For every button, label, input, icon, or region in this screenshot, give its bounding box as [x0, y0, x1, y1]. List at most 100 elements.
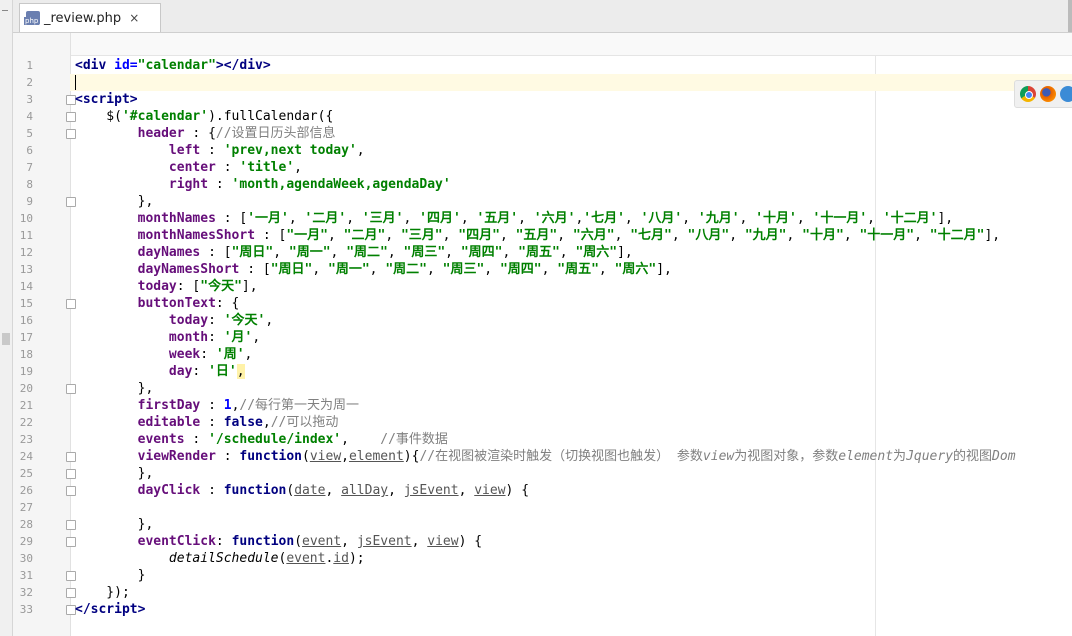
- line-number: 22: [19, 416, 33, 429]
- code-line[interactable]: 22 editable : false,//可以拖动: [13, 414, 1072, 431]
- code-text: monthNamesShort : ["一月", "二月", "三月", "四月…: [137, 228, 1001, 243]
- code-line[interactable]: 13 dayNamesShort : ["周日", "周一", "周二", "周…: [13, 261, 1072, 278]
- code-text: editable : false,//可以拖动: [137, 415, 339, 430]
- code-line[interactable]: 5 header : {//设置日历头部信息: [13, 125, 1072, 142]
- code-text: monthNames : ['一月', '二月', '三月', '四月', '五…: [137, 211, 954, 226]
- code-text: <script>: [75, 92, 138, 107]
- line-number: 18: [19, 348, 33, 361]
- line-number: 24: [19, 450, 33, 463]
- code-text: eventClick: function(event, jsEvent, vie…: [137, 534, 483, 549]
- line-number: 13: [19, 263, 33, 276]
- firefox-icon[interactable]: [1040, 86, 1056, 102]
- code-line[interactable]: 10 monthNames : ['一月', '二月', '三月', '四月',…: [13, 210, 1072, 227]
- chrome-icon[interactable]: [1020, 86, 1036, 102]
- line-number: 31: [19, 569, 33, 582]
- line-number: 2: [26, 76, 33, 89]
- scroll-marker[interactable]: [2, 333, 10, 345]
- code-text: <div id="calendar"></div>: [75, 58, 271, 73]
- code-text: left : 'prev,next today',: [168, 143, 365, 158]
- tab-review-php[interactable]: _review.php ×: [19, 3, 161, 32]
- line-number: 11: [19, 229, 33, 242]
- code-line[interactable]: 15 buttonText: {: [13, 295, 1072, 312]
- code-text: }: [75, 568, 146, 583]
- line-number: 7: [26, 161, 33, 174]
- code-text: events : '/schedule/index', //事件数据: [137, 432, 448, 447]
- code-line[interactable]: 8 right : 'month,agendaWeek,agendaDay': [13, 176, 1072, 193]
- code-text: },: [75, 194, 154, 209]
- code-line[interactable]: 2: [13, 74, 1072, 91]
- line-number: 16: [19, 314, 33, 327]
- code-line[interactable]: 24 viewRender : function(view,element){/…: [13, 448, 1072, 465]
- browser-preview-bar: [1014, 80, 1072, 108]
- code-text: dayNames : ["周日", "周一", "周二", "周三", "周四"…: [137, 245, 633, 260]
- line-number: 1: [26, 59, 33, 72]
- line-number: 29: [19, 535, 33, 548]
- code-text: today: ["今天"],: [137, 279, 258, 294]
- code-text: },: [75, 466, 154, 481]
- code-line[interactable]: 29 eventClick: function(event, jsEvent, …: [13, 533, 1072, 550]
- ie-icon[interactable]: [1060, 86, 1072, 102]
- code-line[interactable]: 1 <div id="calendar"></div>: [13, 57, 1072, 74]
- line-number: 5: [26, 127, 33, 140]
- editor-tab-bar: _review.php ×: [13, 0, 1072, 33]
- code-line[interactable]: 6 left : 'prev,next today',: [13, 142, 1072, 159]
- code-text: week: '周',: [168, 347, 253, 362]
- line-number: 32: [19, 586, 33, 599]
- code-text: },: [75, 381, 154, 396]
- code-text: });: [75, 585, 130, 600]
- line-number: 26: [19, 484, 33, 497]
- code-text: day: '日',: [168, 364, 245, 379]
- code-line[interactable]: 16 today: '今天',: [13, 312, 1072, 329]
- code-line[interactable]: 11 monthNamesShort : ["一月", "二月", "三月", …: [13, 227, 1072, 244]
- code-line[interactable]: 33 </script>: [13, 601, 1072, 618]
- code-text: </script>: [75, 602, 146, 617]
- code-text: viewRender : function(view,element){//在视…: [137, 449, 1016, 464]
- code-line[interactable]: 21 firstDay : 1,//每行第一天为周一: [13, 397, 1072, 414]
- line-number: 27: [19, 501, 33, 514]
- tab-filename: _review.php: [44, 10, 122, 26]
- code-line[interactable]: 12 dayNames : ["周日", "周一", "周二", "周三", "…: [13, 244, 1072, 261]
- code-line[interactable]: 17 month: '月',: [13, 329, 1072, 346]
- line-number: 25: [19, 467, 33, 480]
- line-number: 17: [19, 331, 33, 344]
- code-line[interactable]: 30 detailSchedule(event.id);: [13, 550, 1072, 567]
- code-text: },: [75, 517, 154, 532]
- code-text: month: '月',: [168, 330, 261, 345]
- code-line[interactable]: 18 week: '周',: [13, 346, 1072, 363]
- code-line[interactable]: 9 },: [13, 193, 1072, 210]
- code-line[interactable]: 27: [13, 499, 1072, 516]
- code-text: header : {//设置日历头部信息: [137, 126, 336, 141]
- line-number: 21: [19, 399, 33, 412]
- code-text: firstDay : 1,//每行第一天为周一: [137, 398, 360, 413]
- editor-breadcrumb-bar: [13, 33, 1072, 56]
- code-text: detailSchedule(event.id);: [168, 551, 365, 566]
- line-number: 19: [19, 365, 33, 378]
- code-line[interactable]: 28 },: [13, 516, 1072, 533]
- code-line[interactable]: 23 events : '/schedule/index', //事件数据: [13, 431, 1072, 448]
- collapse-marker[interactable]: [2, 10, 8, 11]
- code-line[interactable]: 7 center : 'title',: [13, 159, 1072, 176]
- code-editor[interactable]: 1 <div id="calendar"></div> 2 3 <script> 4 $(…: [13, 57, 1072, 618]
- line-number: 20: [19, 382, 33, 395]
- code-text: dayNamesShort : ["周日", "周一", "周二", "周三",…: [137, 262, 672, 277]
- code-text: center : 'title',: [168, 160, 302, 175]
- code-line[interactable]: 32 });: [13, 584, 1072, 601]
- code-line[interactable]: 4 $('#calendar').fullCalendar({: [13, 108, 1072, 125]
- code-line[interactable]: 20 },: [13, 380, 1072, 397]
- code-line[interactable]: 19 day: '日',: [13, 363, 1072, 380]
- code-line[interactable]: 14 today: ["今天"],: [13, 278, 1072, 295]
- line-number: 4: [26, 110, 33, 123]
- code-line[interactable]: 3 <script>: [13, 91, 1072, 108]
- line-number: 9: [26, 195, 33, 208]
- code-line[interactable]: 31 }: [13, 567, 1072, 584]
- code-text: today: '今天',: [168, 313, 274, 328]
- line-number: 10: [19, 212, 33, 225]
- window-edge: [1068, 0, 1072, 32]
- code-text: right : 'month,agendaWeek,agendaDay': [168, 177, 451, 192]
- code-text: [75, 74, 76, 91]
- code-line[interactable]: 25 },: [13, 465, 1072, 482]
- line-number: 15: [19, 297, 33, 310]
- close-tab-icon[interactable]: ×: [129, 11, 139, 25]
- code-text: dayClick : function(date, allDay, jsEven…: [137, 483, 530, 498]
- code-line[interactable]: 26 dayClick : function(date, allDay, jsE…: [13, 482, 1072, 499]
